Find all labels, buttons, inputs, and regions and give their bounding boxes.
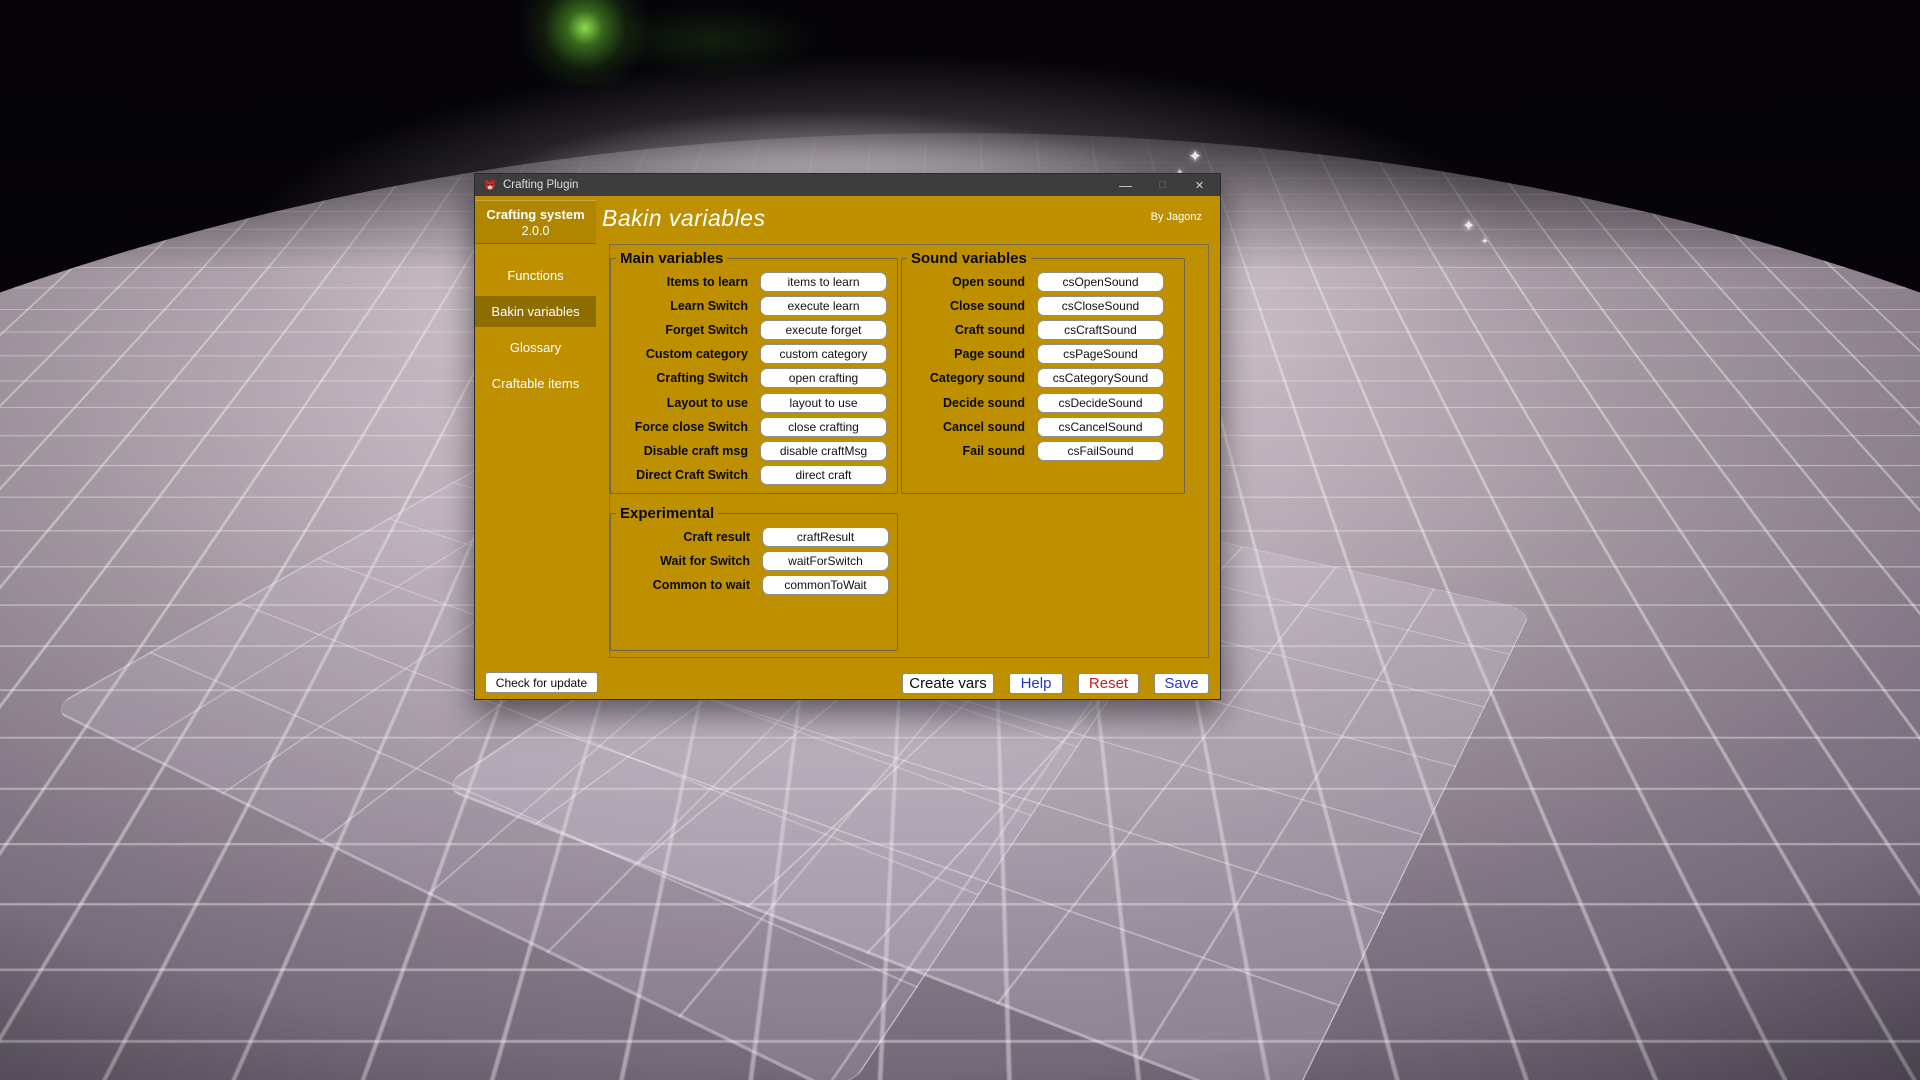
variable-row: Close sound	[908, 294, 1164, 318]
variable-row: Learn Switch	[617, 294, 887, 318]
input-fail-sound[interactable]	[1037, 441, 1164, 461]
variable-label: Category sound	[908, 371, 1037, 385]
variable-label: Page sound	[908, 347, 1037, 361]
main-variables-group: Main variables Items to learn Learn Swit…	[610, 250, 898, 494]
variable-label: Layout to use	[617, 396, 760, 410]
variable-row: Cancel sound	[908, 415, 1164, 439]
variables-panel: Main variables Items to learn Learn Swit…	[609, 244, 1209, 658]
variable-label: Cancel sound	[908, 420, 1037, 434]
input-open-sound[interactable]	[1037, 272, 1164, 292]
experimental-title: Experimental	[616, 505, 718, 522]
sparkle-icon: ✦	[1188, 147, 1202, 167]
variable-row: Crafting Switch	[617, 366, 887, 390]
variable-label: Force close Switch	[617, 420, 760, 434]
window-body: Crafting system 2.0.0 Functions Bakin va…	[475, 196, 1220, 699]
variable-row: Direct Craft Switch	[617, 463, 887, 487]
variable-label: Disable craft msg	[617, 444, 760, 458]
variable-label: Open sound	[908, 275, 1037, 289]
sidebar-item-functions[interactable]: Functions	[475, 260, 596, 291]
variable-row: Wait for Switch	[617, 549, 889, 573]
variable-label: Craft sound	[908, 323, 1037, 337]
variable-label: Common to wait	[617, 578, 762, 592]
plugin-version-header: Crafting system 2.0.0	[475, 200, 596, 244]
minimize-button[interactable]: —	[1107, 174, 1144, 196]
crafting-plugin-window: Crafting Plugin — □ ✕ Crafting system 2.…	[474, 173, 1221, 700]
variable-label: Direct Craft Switch	[617, 468, 760, 482]
input-craft-result[interactable]	[762, 527, 889, 547]
variable-label: Crafting Switch	[617, 371, 760, 385]
input-close-sound[interactable]	[1037, 296, 1164, 316]
variable-row: Forget Switch	[617, 318, 887, 342]
input-page-sound[interactable]	[1037, 344, 1164, 364]
variable-row: Items to learn	[617, 270, 887, 294]
green-light-haze	[560, 0, 860, 100]
variable-label: Close sound	[908, 299, 1037, 313]
variable-row: Decide sound	[908, 390, 1164, 414]
editor-background-scene: ✦ ✦ ✦ ✦ Crafting Plugin — □ ✕ Craft	[0, 0, 1920, 1080]
page-title: Bakin variables	[602, 205, 765, 232]
input-custom-category[interactable]	[760, 344, 887, 364]
input-direct-craft-switch[interactable]	[760, 465, 887, 485]
input-disable-craft-msg[interactable]	[760, 441, 887, 461]
app-icon	[483, 178, 497, 192]
close-button[interactable]: ✕	[1181, 174, 1218, 196]
variable-row: Craft sound	[908, 318, 1164, 342]
input-cancel-sound[interactable]	[1037, 417, 1164, 437]
author-byline: By Jagonz	[1151, 211, 1202, 223]
input-layout-to-use[interactable]	[760, 393, 887, 413]
variable-label: Craft result	[617, 530, 762, 544]
plugin-version: 2.0.0	[475, 223, 596, 240]
footer-actions: Create vars Help Reset Save	[902, 673, 1209, 694]
input-wait-for-switch[interactable]	[762, 551, 889, 571]
create-vars-button[interactable]: Create vars	[902, 673, 994, 694]
input-force-close-switch[interactable]	[760, 417, 887, 437]
variable-row: Craft result	[617, 525, 889, 549]
input-category-sound[interactable]	[1037, 368, 1164, 388]
variable-row: Custom category	[617, 342, 887, 366]
sidebar-item-craftable-items[interactable]: Craftable items	[475, 368, 596, 399]
variable-row: Common to wait	[617, 573, 889, 597]
input-forget-switch[interactable]	[760, 320, 887, 340]
window-title: Crafting Plugin	[503, 174, 578, 196]
variable-label: Wait for Switch	[617, 554, 762, 568]
save-button[interactable]: Save	[1154, 673, 1209, 694]
variable-row: Force close Switch	[617, 415, 887, 439]
variable-label: Custom category	[617, 347, 760, 361]
reset-button[interactable]: Reset	[1078, 673, 1139, 694]
sparkle-icon: ✦	[1481, 236, 1489, 247]
variable-row: Layout to use	[617, 390, 887, 414]
variable-label: Learn Switch	[617, 299, 760, 313]
variable-label: Forget Switch	[617, 323, 760, 337]
maximize-button[interactable]: □	[1144, 174, 1181, 196]
input-decide-sound[interactable]	[1037, 393, 1164, 413]
variable-label: Items to learn	[617, 275, 760, 289]
input-crafting-switch[interactable]	[760, 368, 887, 388]
variable-row: Category sound	[908, 366, 1164, 390]
main-variables-title: Main variables	[616, 250, 727, 267]
input-craft-sound[interactable]	[1037, 320, 1164, 340]
variable-row: Disable craft msg	[617, 439, 887, 463]
check-for-update-button[interactable]: Check for update	[485, 672, 598, 693]
sparkle-icon: ✦	[1462, 216, 1475, 236]
variable-row: Page sound	[908, 342, 1164, 366]
sound-variables-title: Sound variables	[907, 250, 1031, 267]
input-items-to-learn[interactable]	[760, 272, 887, 292]
input-common-to-wait[interactable]	[762, 575, 889, 595]
sidebar-item-bakin-variables[interactable]: Bakin variables	[475, 296, 596, 327]
variable-label: Fail sound	[908, 444, 1037, 458]
variable-row: Open sound	[908, 270, 1164, 294]
help-button[interactable]: Help	[1009, 673, 1063, 694]
plugin-name: Crafting system	[475, 206, 596, 223]
experimental-group: Experimental Craft result Wait for Switc…	[610, 505, 898, 651]
variable-label: Decide sound	[908, 396, 1037, 410]
window-titlebar[interactable]: Crafting Plugin — □ ✕	[475, 174, 1220, 196]
sidebar-item-glossary[interactable]: Glossary	[475, 332, 596, 363]
variable-row: Fail sound	[908, 439, 1164, 463]
input-learn-switch[interactable]	[760, 296, 887, 316]
sound-variables-group: Sound variables Open sound Close sound C…	[901, 250, 1185, 494]
